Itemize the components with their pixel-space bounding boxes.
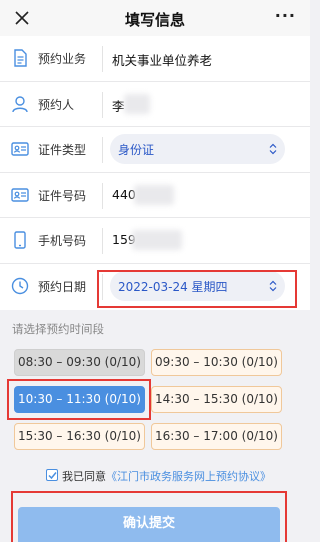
redacted-blur	[124, 93, 150, 114]
user-icon	[12, 95, 28, 112]
slot-highlight-box	[7, 379, 151, 420]
redacted-blur	[132, 230, 182, 251]
phone-label: 手机号码	[38, 234, 87, 249]
time-slot[interactable]: 14:30 – 15:30 (0/10)	[151, 386, 282, 413]
divider	[102, 46, 103, 72]
id-type-row: 证件类型 身份证	[0, 127, 310, 173]
divider	[102, 91, 103, 118]
divider	[102, 182, 103, 209]
business-value: 机关事业单位养老	[112, 53, 213, 68]
phone-icon	[14, 231, 26, 250]
submit-highlight-box	[11, 491, 287, 542]
id-type-label: 证件类型	[38, 143, 87, 158]
id-number-value[interactable]: 440	[112, 187, 136, 202]
divider	[102, 137, 103, 164]
agree-text: 我已同意《江门市政务服务网上预约协议》	[62, 468, 271, 484]
time-slot[interactable]: 16:30 – 17:00 (0/10)	[151, 423, 282, 450]
checkmark-icon	[48, 472, 57, 480]
id-card-icon	[11, 188, 29, 202]
person-label: 预约人	[38, 97, 75, 112]
person-row: 预约人 李	[0, 82, 310, 128]
id-number-row: 证件号码 440	[0, 173, 310, 219]
business-row: 预约业务 机关事业单位养老	[0, 36, 310, 82]
title-bar: 填写信息 ···	[0, 0, 310, 36]
id-number-label: 证件号码	[38, 188, 87, 203]
redacted-blur	[134, 184, 174, 205]
time-slot-section-label: 请选择预约时间段	[12, 322, 104, 336]
time-slot[interactable]: 15:30 – 16:30 (0/10)	[14, 423, 145, 450]
agreement-link[interactable]: 《江门市政务服务网上预约协议》	[106, 470, 271, 483]
time-slot[interactable]: 08:30 – 09:30 (0/10)	[14, 349, 145, 376]
id-type-value: 身份证	[118, 143, 155, 158]
divider	[102, 228, 103, 255]
id-type-select[interactable]: 身份证	[110, 134, 285, 165]
more-menu-icon[interactable]: ···	[275, 6, 296, 25]
phone-row: 手机号码 159	[0, 218, 310, 264]
time-slot[interactable]: 09:30 – 10:30 (0/10)	[151, 349, 282, 376]
agree-checkbox[interactable]	[46, 469, 58, 481]
person-value[interactable]: 李	[112, 96, 125, 115]
document-icon	[14, 49, 27, 67]
date-highlight-box	[97, 270, 297, 308]
clock-icon	[11, 277, 29, 295]
agree-prefix: 我已同意	[62, 470, 106, 483]
appointment-form: 预约业务 机关事业单位养老 预约人 李 证件类型 身份证 证件号码 440 手机…	[0, 36, 310, 310]
date-label: 预约日期	[38, 279, 87, 294]
select-arrows-icon	[269, 143, 277, 155]
business-label: 预约业务	[38, 52, 87, 66]
page-title: 填写信息	[124, 11, 185, 29]
id-card-icon	[11, 142, 29, 156]
